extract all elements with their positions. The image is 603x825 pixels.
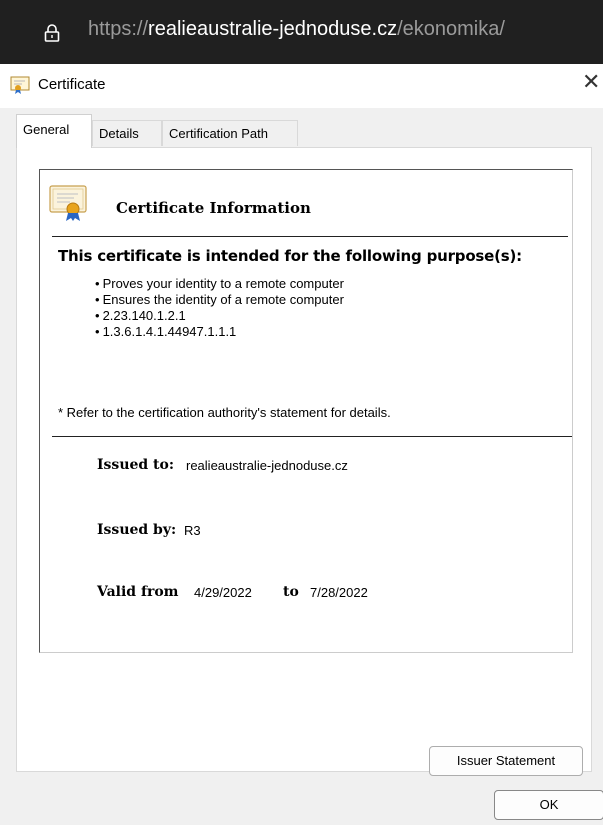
- close-icon[interactable]: ✕: [582, 70, 600, 95]
- url-text[interactable]: https://realieaustralie-jednoduse.cz/eko…: [88, 18, 505, 41]
- purpose-item: Proves your identity to a remote compute…: [95, 276, 344, 292]
- certificate-icon: [10, 76, 30, 94]
- url-path: /ekonomika/: [397, 18, 505, 40]
- valid-from-label: Valid from: [97, 584, 179, 600]
- certificate-info-box: Certificate Information This certificate…: [39, 169, 573, 653]
- lock-icon[interactable]: [44, 24, 60, 42]
- certificate-info-title: Certificate Information: [116, 199, 311, 217]
- certificate-info-icon: [49, 185, 87, 221]
- ok-button[interactable]: OK: [494, 790, 603, 820]
- issued-by-label: Issued by:: [97, 522, 177, 538]
- tab-certification-path[interactable]: Certification Path: [162, 120, 298, 146]
- general-tab-panel: Certificate Information This certificate…: [16, 147, 592, 776]
- ca-statement-note: * Refer to the certification authority's…: [58, 405, 391, 420]
- purpose-item: 1.3.6.1.4.1.44947.1.1.1: [95, 324, 344, 340]
- purpose-item: Ensures the identity of a remote compute…: [95, 292, 344, 308]
- issued-to-value: realieaustralie-jednoduse.cz: [186, 458, 348, 473]
- issued-by-value: R3: [184, 523, 201, 538]
- issuer-statement-button[interactable]: Issuer Statement: [429, 746, 583, 776]
- valid-to-value: 7/28/2022: [310, 585, 368, 600]
- purpose-heading: This certificate is intended for the fol…: [58, 247, 522, 265]
- purpose-list: Proves your identity to a remote compute…: [95, 276, 344, 340]
- tab-details[interactable]: Details: [92, 120, 162, 146]
- dialog-title: Certificate: [38, 76, 106, 93]
- issued-to-label: Issued to:: [97, 457, 175, 473]
- tab-general[interactable]: General: [16, 114, 92, 148]
- certificate-dialog: Certificate ✕ General Details Certificat…: [0, 64, 603, 825]
- valid-from-value: 4/29/2022: [194, 585, 252, 600]
- url-scheme: https://: [88, 18, 149, 40]
- dialog-titlebar: Certificate ✕: [0, 64, 603, 108]
- browser-url-bar[interactable]: https://realieaustralie-jednoduse.cz/eko…: [0, 0, 603, 64]
- valid-to-label: to: [283, 584, 299, 600]
- purpose-item: 2.23.140.1.2.1: [95, 308, 344, 324]
- divider: [52, 236, 568, 237]
- url-host: realieaustralie-jednoduse.cz: [148, 18, 398, 40]
- divider: [52, 436, 572, 437]
